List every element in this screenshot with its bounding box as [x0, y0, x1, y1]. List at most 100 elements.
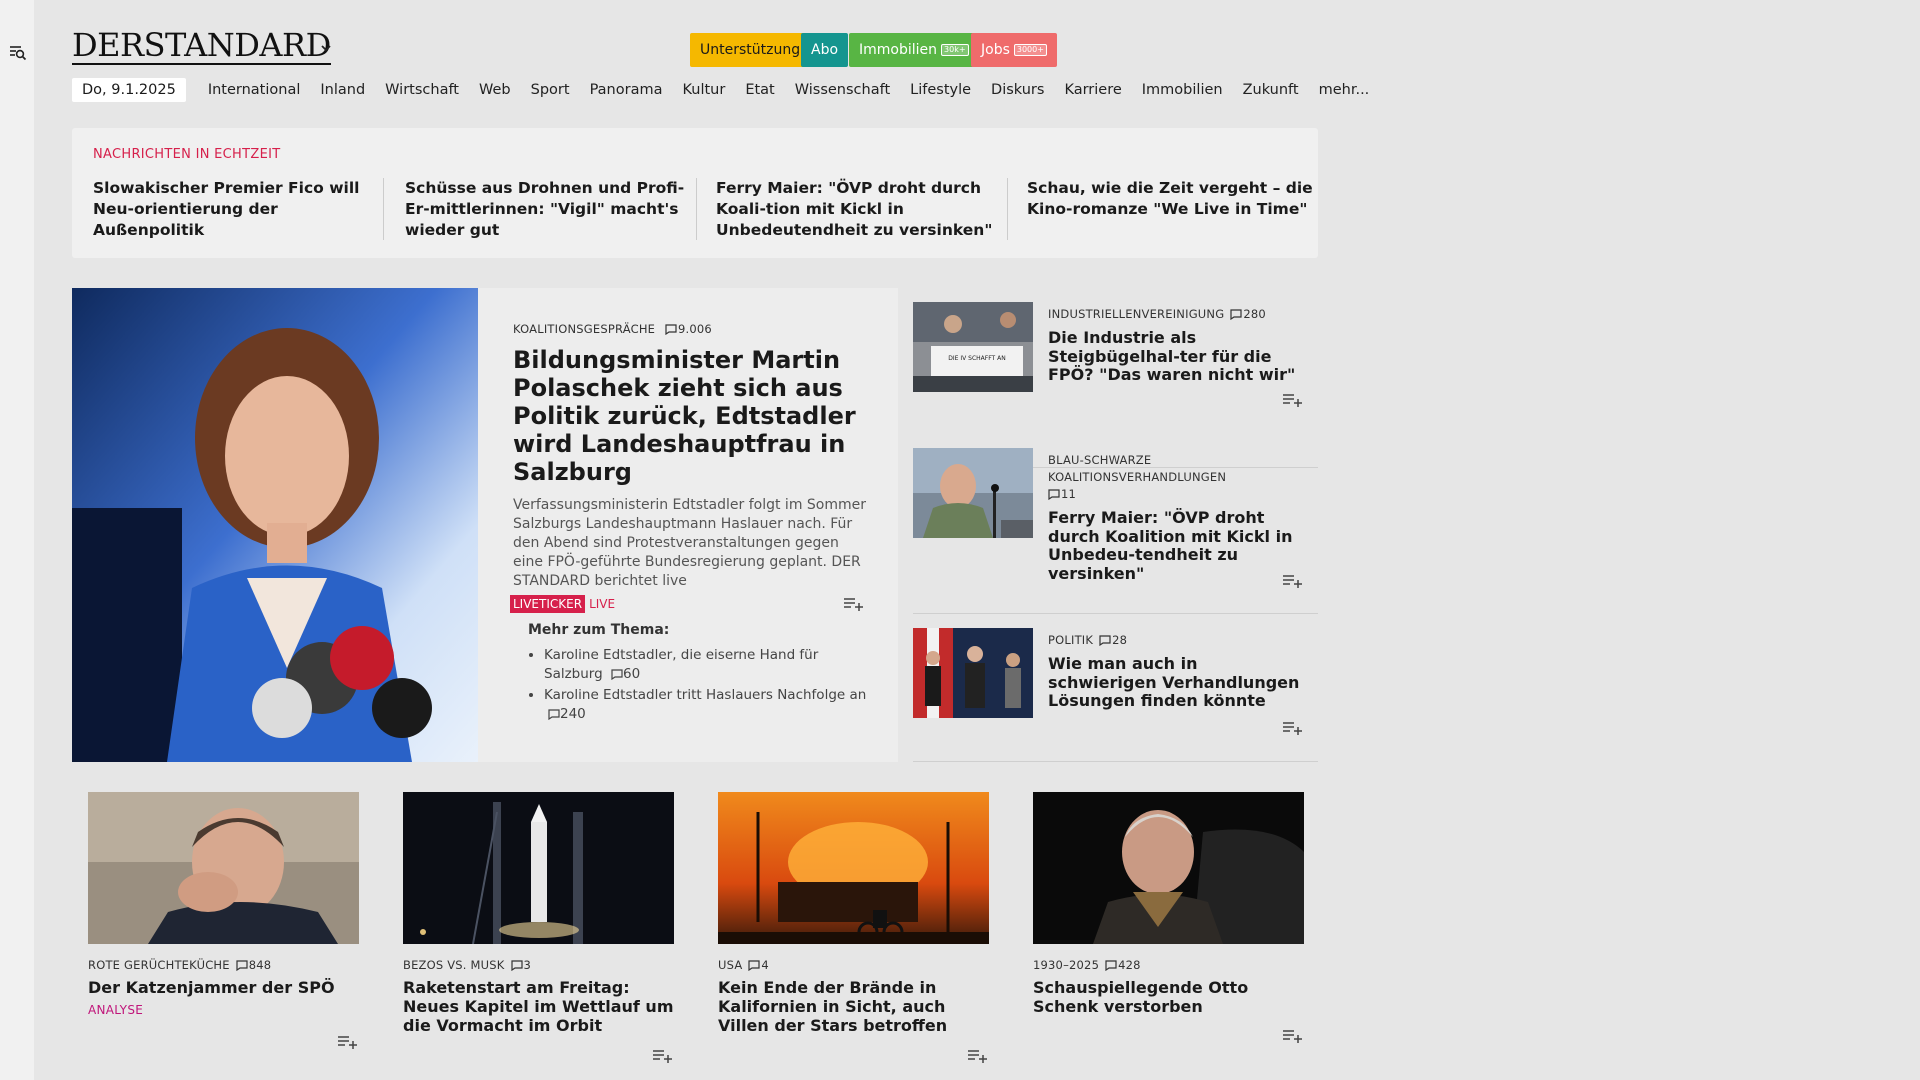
realtime-news-box: NACHRICHTEN IN ECHTZEIT Slowakischer Pre…	[72, 128, 1318, 258]
comment-count[interactable]: 4	[761, 958, 769, 972]
current-date: Do, 9.1.2025	[72, 78, 186, 102]
lead-kicker: KOALITIONSGESPRÄCHE 9.006	[513, 322, 712, 336]
liveticker-badge: LIVETICKER	[510, 595, 586, 613]
add-to-list-icon[interactable]	[1282, 392, 1304, 408]
comment-icon	[1099, 635, 1111, 646]
nav-item-immobilien[interactable]: Immobilien	[1142, 82, 1223, 98]
site-logo[interactable]: DERSTANDARD	[72, 28, 331, 65]
nav-item-kultur[interactable]: Kultur	[682, 82, 725, 98]
immobilien-badge: 30k+	[941, 44, 969, 56]
comment-count[interactable]: 848	[249, 958, 272, 972]
teaser-image[interactable]	[718, 792, 989, 944]
comment-icon	[1230, 309, 1242, 320]
side-story-image[interactable]	[913, 628, 1033, 718]
realtime-title: NACHRICHTEN IN ECHTZEIT	[93, 147, 281, 162]
realtime-item[interactable]: Schüsse aus Drohnen und Profi-Er-mittler…	[405, 178, 695, 241]
realtime-item[interactable]: Ferry Maier: "ÖVP droht durch Koali-tion…	[716, 178, 1006, 241]
teaser-image[interactable]	[1033, 792, 1304, 944]
teaser-kicker: ROTE GERÜCHTEKÜCHE 848	[88, 958, 272, 972]
comment-count[interactable]: 240	[560, 706, 586, 722]
side-kicker: INDUSTRIELLENVEREINIGUNG 280	[1048, 307, 1266, 321]
add-to-list-icon[interactable]	[337, 1034, 359, 1050]
teaser-headline[interactable]: Kein Ende der Brände in Kalifornien in S…	[718, 978, 989, 1035]
teaser-image[interactable]	[88, 792, 359, 944]
related-item[interactable]: Karoline Edtstadler, die eiserne Hand fü…	[544, 646, 878, 684]
side-headline[interactable]: Wie man auch in schwierigen Verhandlunge…	[1048, 654, 1308, 711]
comment-icon	[665, 324, 677, 335]
nav-item-zukunft[interactable]: Zukunft	[1243, 82, 1299, 98]
teaser-card: 1930–2025 428 Schauspiellegende Otto Sche…	[1033, 792, 1304, 1043]
nav-item-lifestyle[interactable]: Lifestyle	[910, 82, 971, 98]
comment-count[interactable]: 60	[623, 666, 640, 682]
side-kicker: POLITIK 28	[1048, 633, 1128, 647]
nav-item-diskurs[interactable]: Diskurs	[991, 82, 1044, 98]
comment-icon	[1105, 960, 1117, 971]
add-to-list-icon[interactable]	[1282, 1028, 1304, 1044]
left-sidebar	[0, 0, 34, 1080]
immobilien-button[interactable]: Immobilien 30k+	[849, 33, 979, 67]
comment-icon	[236, 960, 248, 971]
divider	[383, 178, 384, 240]
teaser-headline[interactable]: Raketenstart am Freitag: Neues Kapitel i…	[403, 978, 674, 1035]
teaser-headline[interactable]: Der Katzenjammer der SPÖ	[88, 978, 359, 997]
comment-icon	[748, 960, 761, 971]
lead-headline[interactable]: Bildungsminister Martin Polaschek zieht …	[513, 346, 873, 486]
nav-item-karriere[interactable]: Karriere	[1064, 82, 1121, 98]
live-label: LIVE	[589, 597, 616, 611]
side-story: POLITIK 28 Wie man auch in schwierigen Ve…	[913, 614, 1318, 762]
side-headline[interactable]: Ferry Maier: "ÖVP droht durch Koalition …	[1048, 508, 1308, 583]
add-to-list-icon[interactable]	[1282, 573, 1304, 589]
teaser-headline[interactable]: Schauspiellegende Otto Schenk verstorben	[1033, 978, 1304, 1016]
abo-button[interactable]: Abo	[801, 33, 849, 67]
chevron-down-icon[interactable]	[320, 42, 332, 54]
teaser-kicker: BEZOS VS. MUSK 3	[403, 958, 532, 972]
comment-count[interactable]: 9.006	[678, 322, 712, 336]
nav-item-sport[interactable]: Sport	[531, 82, 570, 98]
nav-item-web[interactable]: Web	[479, 82, 511, 98]
nav-item-inland[interactable]: Inland	[320, 82, 365, 98]
add-to-list-icon[interactable]	[1282, 720, 1304, 736]
divider	[696, 178, 697, 240]
comment-count[interactable]: 28	[1112, 633, 1127, 647]
comment-count[interactable]: 3	[524, 958, 532, 972]
teaser-image[interactable]	[403, 792, 674, 944]
related-item[interactable]: Karoline Edtstadler tritt Haslauers Nach…	[544, 686, 878, 724]
main-nav: Do, 9.1.2025 International Inland Wirtsc…	[72, 76, 1379, 104]
protest-banner-text: DIE IV SCHAFFT AN	[948, 355, 1005, 362]
comment-count[interactable]: 280	[1243, 307, 1266, 321]
live-indicator: LIVETICKER LIVE	[510, 595, 873, 613]
nav-item-international[interactable]: International	[208, 82, 301, 98]
side-headline[interactable]: Die Industrie als Steigbügelhal-ter für …	[1048, 328, 1308, 385]
teaser-kicker: USA 4	[718, 958, 769, 972]
realtime-item[interactable]: Schau, wie die Zeit vergeht – die Kino-r…	[1027, 178, 1317, 220]
comment-count[interactable]: 11	[1061, 487, 1076, 501]
related-articles: Mehr zum Thema: Karoline Edtstadler, die…	[528, 622, 878, 726]
teaser-card: USA 4 Kein Ende der Brände in Kalifornien…	[718, 792, 989, 1063]
add-to-list-icon[interactable]	[967, 1048, 989, 1064]
add-to-list-icon[interactable]	[652, 1048, 674, 1064]
add-to-list-icon[interactable]	[843, 596, 865, 612]
divider	[1007, 178, 1008, 240]
side-story-image[interactable]	[913, 448, 1033, 538]
comment-icon	[1048, 489, 1060, 500]
lead-description: Verfassungsministerin Edtstadler folgt i…	[513, 497, 867, 589]
nav-item-wirtschaft[interactable]: Wirtschaft	[385, 82, 459, 98]
related-title: Mehr zum Thema:	[528, 622, 670, 638]
nav-item-wissenschaft[interactable]: Wissenschaft	[795, 82, 890, 98]
search-menu-icon[interactable]	[9, 44, 27, 62]
nav-item-etat[interactable]: Etat	[745, 82, 774, 98]
support-button[interactable]: Unterstützung	[690, 33, 811, 67]
lead-story-image[interactable]	[72, 288, 478, 762]
jobs-button[interactable]: Jobs 3000+	[971, 33, 1057, 67]
jobs-badge: 3000+	[1013, 44, 1047, 56]
teaser-card: BEZOS VS. MUSK 3 Raketenstart am Freitag:…	[403, 792, 674, 1063]
comment-icon	[510, 960, 523, 971]
realtime-item[interactable]: Slowakischer Premier Fico will Neu-orien…	[93, 178, 383, 241]
comment-icon	[611, 669, 623, 680]
comment-count[interactable]: 428	[1118, 958, 1141, 972]
side-story-image[interactable]: DIE IV SCHAFFT AN	[913, 302, 1033, 392]
nav-item-panorama[interactable]: Panorama	[590, 82, 663, 98]
nav-item-more[interactable]: mehr...	[1319, 82, 1370, 98]
comment-icon	[548, 709, 560, 720]
teaser-kicker: 1930–2025 428	[1033, 958, 1141, 972]
